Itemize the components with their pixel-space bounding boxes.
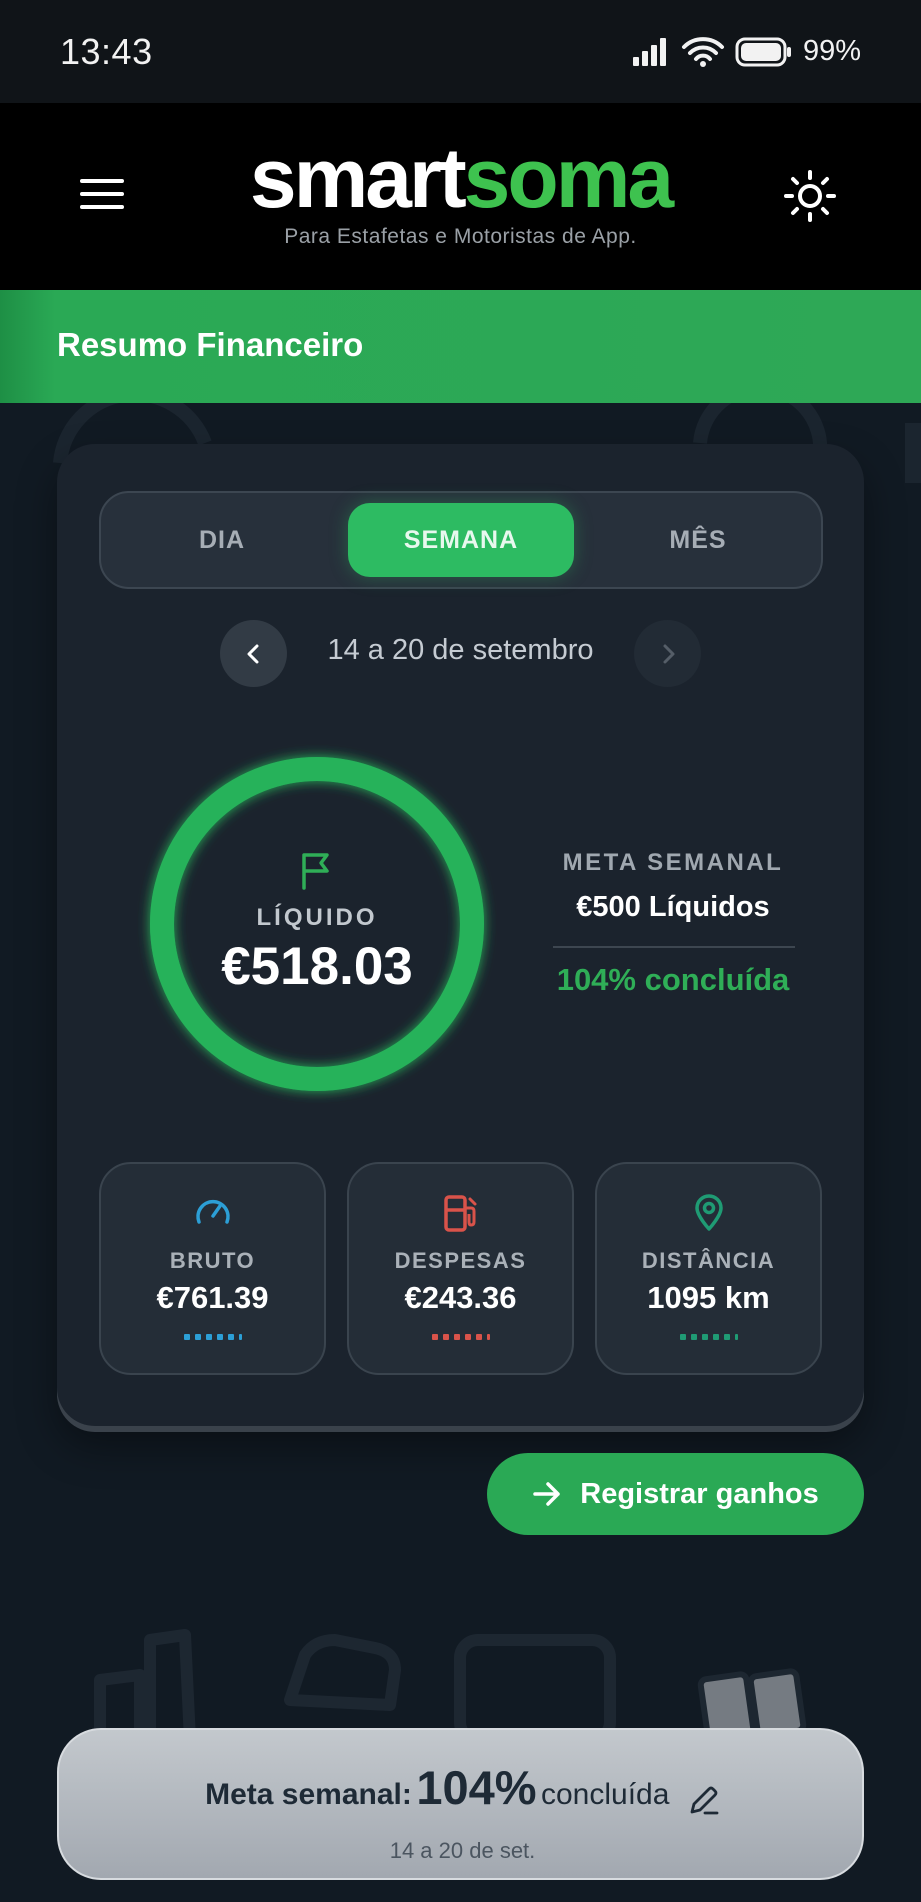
date-navigator: 14 a 20 de setembro	[57, 620, 864, 687]
stat-label: DESPESAS	[394, 1248, 527, 1273]
stat-card-expenses[interactable]: DESPESAS €243.36	[347, 1162, 574, 1375]
edit-pencil-icon[interactable]	[688, 1784, 720, 1816]
stat-indicator	[597, 1334, 820, 1340]
section-header: Resumo Financeiro	[0, 290, 921, 403]
tab-day[interactable]: DIA	[109, 503, 335, 577]
stat-card-gross[interactable]: BRUTO €761.39	[99, 1162, 326, 1375]
net-summary: LÍQUIDO €518.03	[137, 744, 497, 1104]
goal-title: META SEMANAL	[562, 849, 784, 876]
stat-indicator	[349, 1334, 572, 1340]
net-label: LÍQUIDO	[256, 904, 378, 931]
fuel-pump-icon	[443, 1195, 476, 1232]
status-icons: 99%	[631, 35, 861, 68]
stat-value: 1095 km	[647, 1280, 770, 1315]
stats-row: BRUTO €761.39 DESPESAS €243.36 DISTÂNCIA…	[99, 1162, 823, 1375]
stat-value: €761.39	[156, 1280, 269, 1315]
goal-summary-prefix: Meta semanal:	[205, 1778, 412, 1811]
status-bar: 13:43 99%	[0, 0, 921, 103]
divider	[553, 946, 795, 948]
signal-icon	[632, 37, 666, 66]
app-header: smartsoma Para Estafetas e Motoristas de…	[0, 103, 921, 290]
speedometer-icon	[195, 1199, 230, 1224]
goal-summary-suffix: concluída	[540, 1778, 670, 1811]
section-title: Resumo Financeiro	[57, 326, 364, 363]
stat-indicator	[101, 1334, 324, 1340]
logo: smartsoma	[249, 131, 674, 225]
sun-icon[interactable]	[784, 170, 836, 222]
register-earnings-label: Registrar ganhos	[580, 1477, 819, 1510]
stat-value: €243.36	[404, 1280, 517, 1315]
stat-label: BRUTO	[169, 1248, 256, 1273]
tab-month[interactable]: MÊS	[585, 503, 811, 577]
summary-card: DIA SEMANA MÊS 14 a 20 de setembro LÍQUI…	[57, 444, 864, 1426]
stat-card-distance[interactable]: DISTÂNCIA 1095 km	[595, 1162, 822, 1375]
goal-percent: 104% concluída	[556, 962, 790, 997]
battery-percent: 99%	[802, 35, 861, 67]
stat-label: DISTÂNCIA	[641, 1248, 776, 1273]
map-pin-icon	[694, 1194, 723, 1231]
wifi-icon	[681, 36, 724, 67]
battery-icon	[735, 37, 791, 66]
period-selector: DIA SEMANA MÊS	[99, 491, 823, 589]
goal-summary-percent: 104%	[416, 1761, 537, 1814]
flag-icon	[302, 853, 329, 890]
weekly-goal: META SEMANAL €500 Líquidos 104% concluíd…	[553, 849, 795, 998]
net-value: €518.03	[221, 937, 413, 996]
goal-target: €500 Líquidos	[576, 891, 770, 923]
net-progress-ring: LÍQUIDO €518.03	[137, 744, 497, 1104]
status-time: 13:43	[60, 30, 153, 72]
date-range: 14 a 20 de setembro	[327, 634, 594, 666]
register-earnings-button[interactable]: Registrar ganhos	[487, 1453, 864, 1535]
chevron-right-icon	[663, 644, 674, 663]
tagline: Para Estafetas e Motoristas de App.	[284, 225, 637, 248]
weekly-goal-summary[interactable]: Meta semanal: 104% concluída 14 a 20 de …	[57, 1728, 864, 1880]
arrow-right-icon	[533, 1482, 560, 1506]
goal-summary-date: 14 a 20 de set.	[389, 1838, 536, 1863]
next-period-button[interactable]	[634, 620, 701, 687]
goal-summary-line: Meta semanal: 104% concluída	[59, 1760, 866, 1816]
background-icons	[94, 1629, 807, 1740]
tab-week[interactable]: SEMANA	[348, 503, 574, 577]
